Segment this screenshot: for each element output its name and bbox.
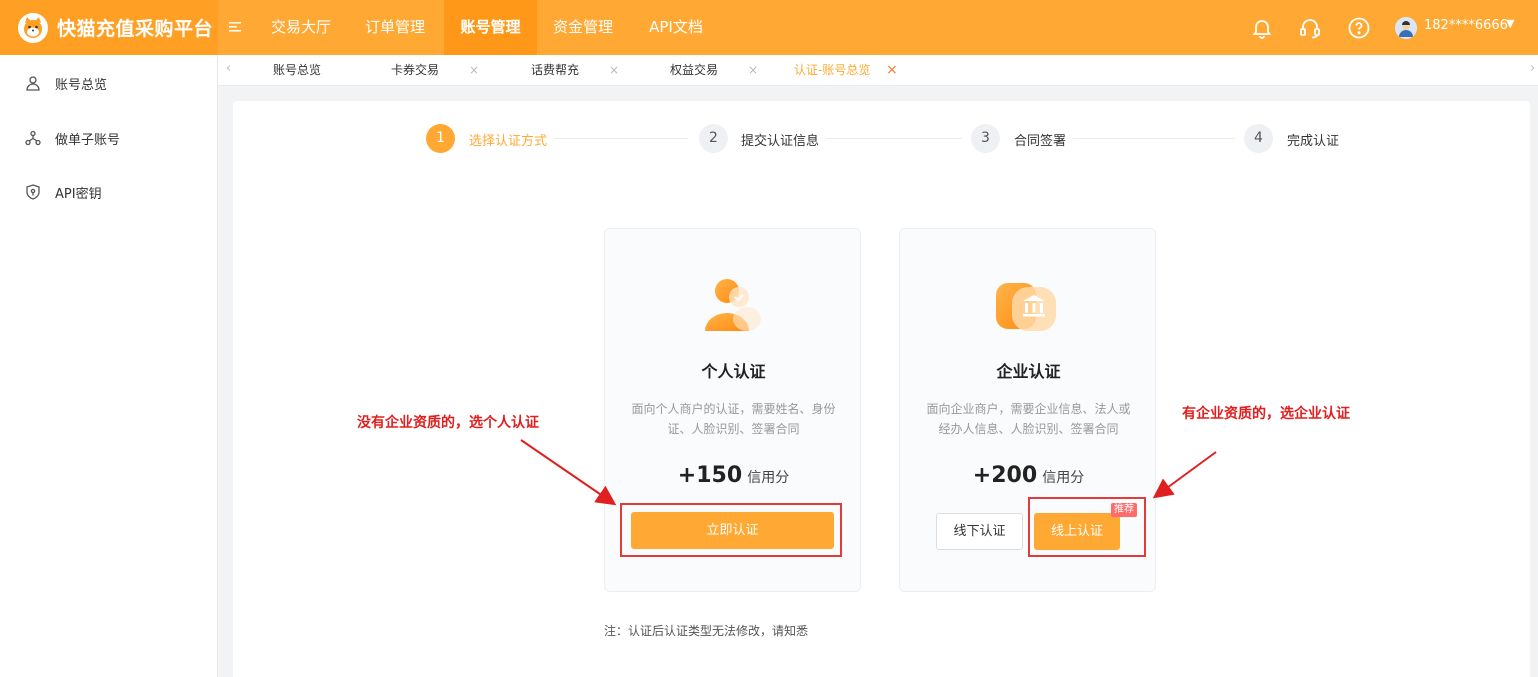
credit-unit: 信用分 [1042, 470, 1085, 486]
credit-score: +200 信用分 [900, 463, 1157, 488]
annotation-left: 没有企业资质的，选个人认证 [357, 415, 539, 431]
card-description: 面向个人商户的认证，需要姓名、身份证、人脸识别、签署合同 [631, 402, 836, 436]
tab-label: 卡券交易 [391, 63, 440, 77]
nav-fund-management[interactable]: 资金管理 [540, 0, 626, 55]
sidebar: 账号总览 做单子账号 API密钥 [0, 55, 218, 677]
sidebar-item-label: API密钥 [55, 186, 102, 202]
step-2-label: 提交认证信息 [741, 134, 820, 149]
person-icon [701, 275, 765, 335]
annotation-right: 有企业资质的，选企业认证 [1182, 406, 1350, 422]
nav-order-management[interactable]: 订单管理 [352, 0, 438, 55]
close-icon[interactable]: × [469, 55, 479, 86]
tab-verification-account-overview[interactable]: 认证-账号总览 × [794, 55, 904, 86]
headset-icon[interactable] [1298, 16, 1322, 40]
sub-account-icon [25, 130, 41, 146]
close-icon[interactable]: × [609, 55, 619, 86]
avatar[interactable] [1395, 17, 1417, 39]
sidebar-item-account-overview[interactable]: 账号总览 [0, 68, 218, 98]
highlight-personal-button [620, 503, 842, 557]
help-icon[interactable] [1347, 16, 1371, 40]
step-2-circle: 2 [699, 124, 728, 153]
sidebar-item-label: 账号总览 [55, 77, 108, 93]
sidebar-item-sub-accounts[interactable]: 做单子账号 [0, 123, 218, 153]
menu-toggle-icon[interactable] [229, 16, 245, 38]
offline-verification-button[interactable]: 线下认证 [936, 513, 1023, 550]
card-title: 企业认证 [996, 362, 1061, 381]
nav-trading-hall[interactable]: 交易大厅 [258, 0, 344, 55]
logo-icon [18, 12, 48, 43]
tab-label: 账号总览 [273, 63, 322, 77]
tab-label: 权益交易 [670, 63, 719, 77]
credit-unit: 信用分 [747, 470, 790, 486]
tabs-bar: ‹ 账号总览 卡券交易 × 话费帮充 × 权益交易 × 认证-账号总览 × › [218, 55, 1538, 86]
key-shield-icon [25, 184, 41, 200]
content-panel [233, 101, 1530, 677]
tab-card-coupon-trading[interactable]: 卡券交易 × [391, 55, 481, 86]
tab-label: 话费帮充 [531, 63, 580, 77]
tab-rights-trading[interactable]: 权益交易 × [670, 55, 760, 86]
sidebar-item-label: 做单子账号 [55, 132, 121, 148]
credit-value: +200 [972, 463, 1038, 488]
card-description: 面向企业商户，需要企业信息、法人或经办人信息、人脸识别、签署合同 [926, 402, 1131, 436]
step-3-circle: 3 [971, 124, 1000, 153]
nav-api-docs[interactable]: API文档 [636, 0, 716, 55]
close-icon[interactable]: × [748, 55, 758, 86]
tabs-scroll-left-icon[interactable]: ‹ [226, 61, 231, 76]
brand[interactable]: 快猫充值采购平台 [0, 0, 218, 55]
nav-account-management[interactable]: 账号管理 [444, 0, 537, 55]
user-icon [25, 75, 41, 91]
credit-score: +150 信用分 [605, 463, 862, 488]
step-connector [1073, 138, 1235, 139]
credit-value: +150 [677, 463, 743, 488]
tabs-scroll-right-icon[interactable]: › [1530, 61, 1535, 76]
close-icon[interactable]: × [886, 55, 898, 86]
user-name[interactable]: 182****6666 [1424, 18, 1508, 33]
sidebar-item-api-key[interactable]: API密钥 [0, 177, 218, 207]
step-3-label: 合同签署 [1014, 134, 1067, 149]
card-title: 个人认证 [701, 362, 766, 381]
caret-down-icon[interactable]: ▼ [1506, 17, 1514, 30]
top-header: 快猫充值采购平台 交易大厅 订单管理 账号管理 资金管理 API文档 182**… [0, 0, 1538, 55]
step-connector [826, 138, 962, 139]
tab-account-overview[interactable]: 账号总览 [273, 55, 321, 86]
step-connector [554, 138, 688, 139]
tab-phone-recharge[interactable]: 话费帮充 × [531, 55, 621, 86]
tab-label: 认证-账号总览 [794, 63, 871, 77]
bell-icon[interactable] [1250, 16, 1274, 40]
step-4-circle: 4 [1244, 124, 1273, 153]
app-title: 快猫充值采购平台 [57, 18, 214, 40]
step-1-circle: 1 [426, 124, 455, 153]
verification-note: 注：认证后认证类型无法修改，请知悉 [604, 624, 809, 638]
enterprise-building-icon [994, 277, 1062, 335]
step-1-label: 选择认证方式 [469, 134, 548, 149]
highlight-online-button [1028, 497, 1146, 557]
step-4-label: 完成认证 [1287, 134, 1340, 149]
